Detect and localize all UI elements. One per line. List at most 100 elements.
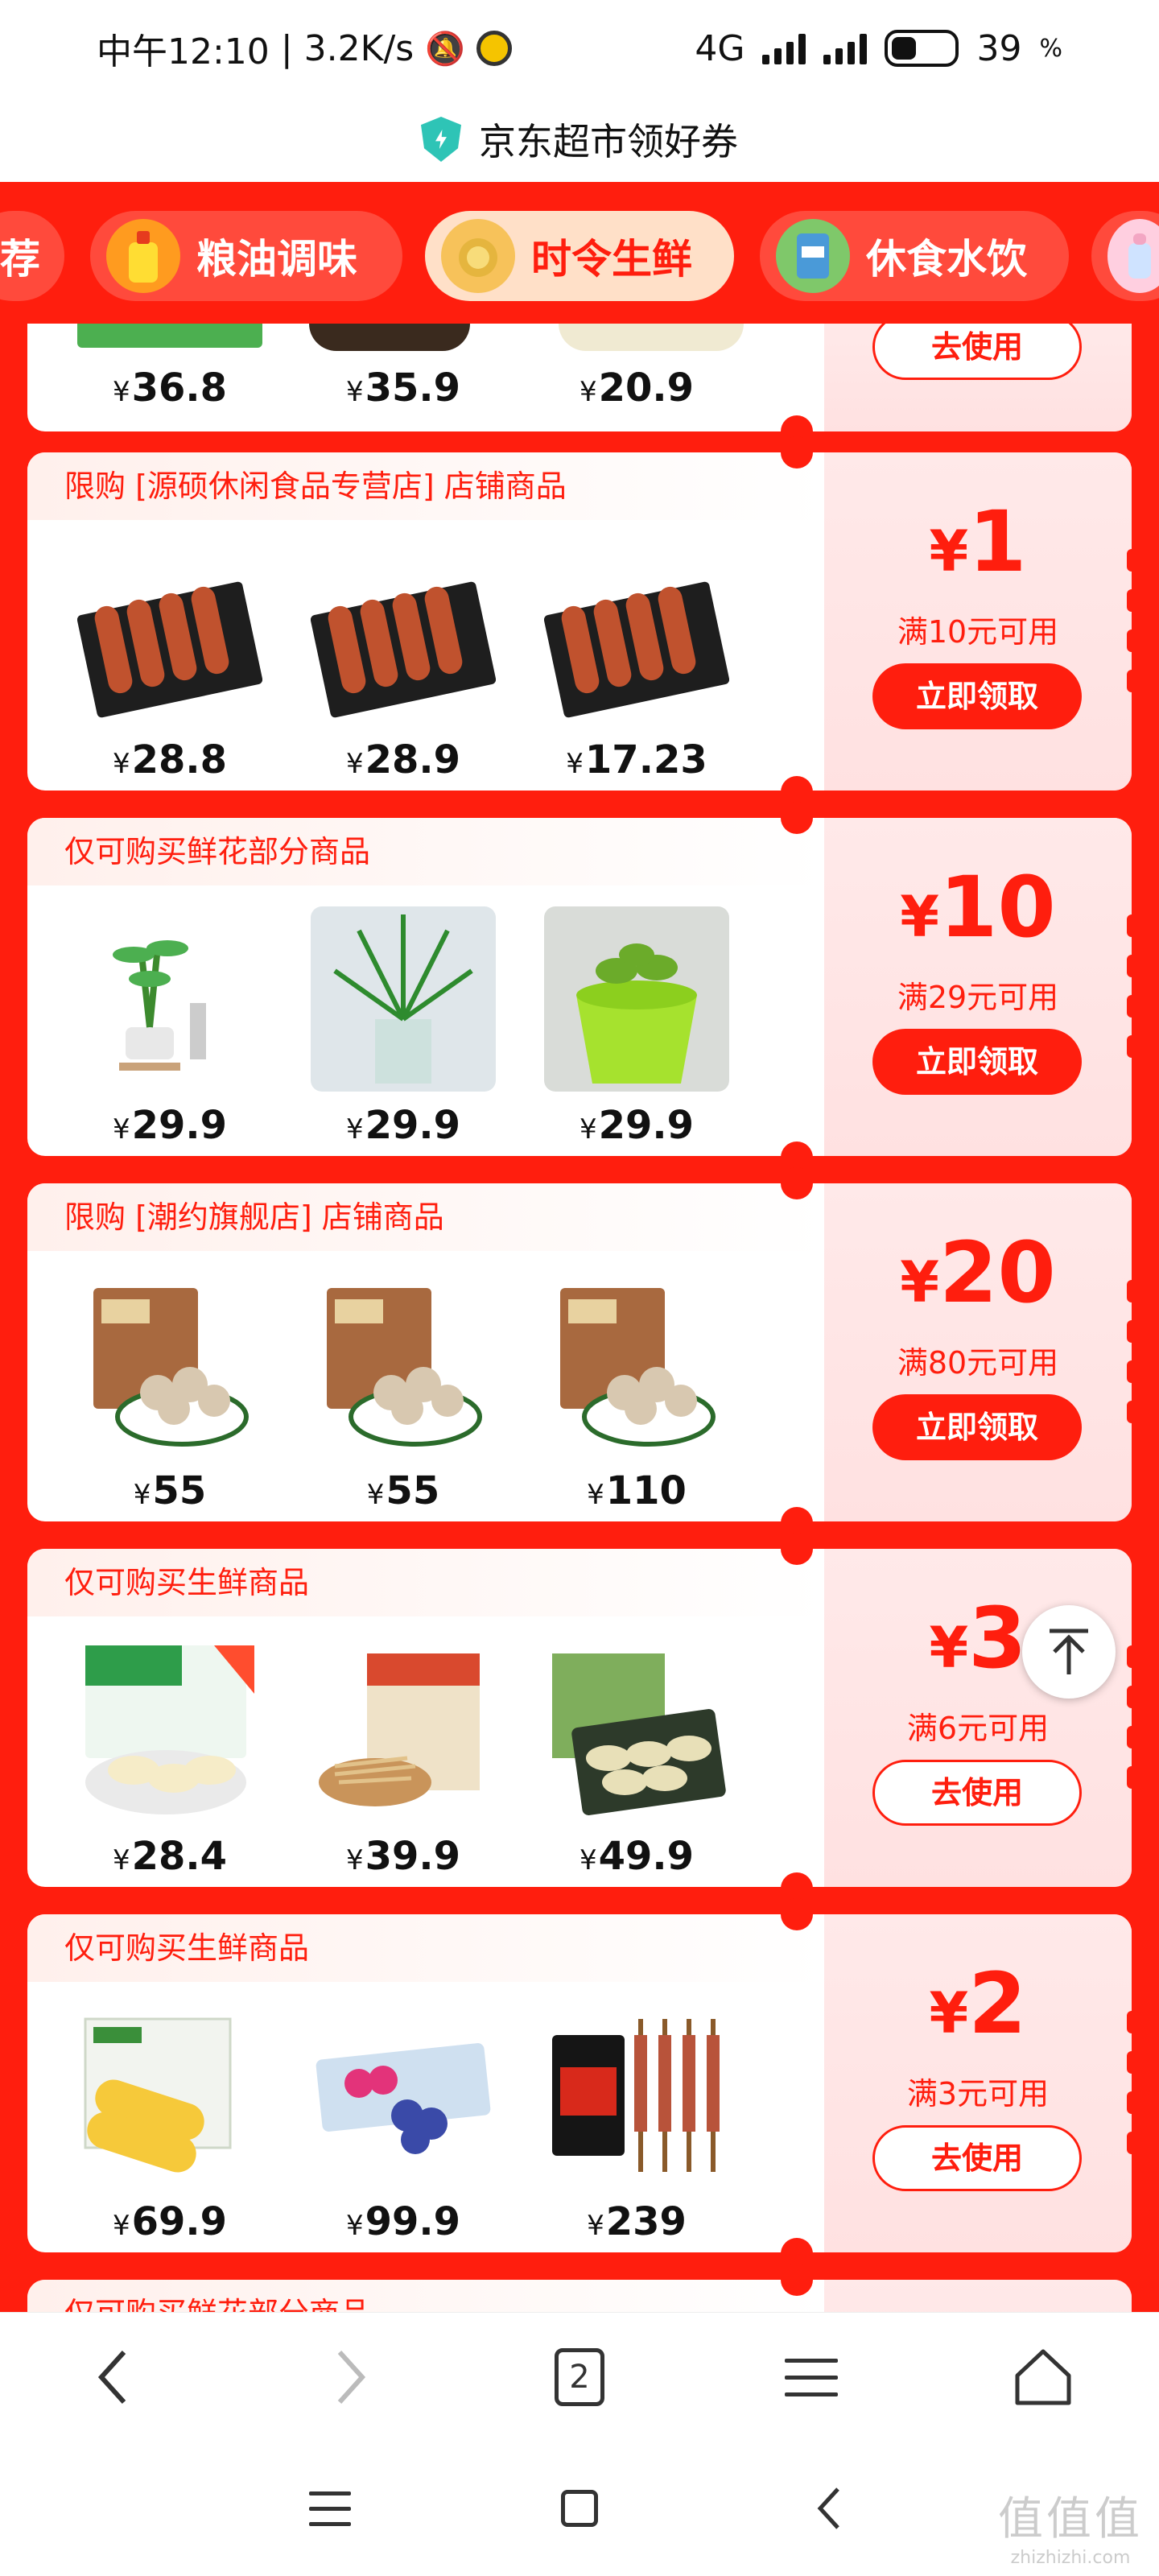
signal-icon-2 [823,32,868,64]
status-right: 4G 39% [695,28,1062,69]
coupon-card: ¥36.8 ¥35.9 ¥20.9 去使用 [27,324,1132,431]
product-image[interactable] [77,324,262,348]
product-image [77,1272,262,1457]
product-list: ¥28.4 ¥39.9 ¥49.9 [77,1637,802,1879]
claim-button[interactable]: 立即领取 [872,1029,1082,1095]
tab-label: 休食水饮 [866,236,1027,283]
card-notch [781,802,813,834]
card-edge-dash [1127,2011,1132,2033]
product-item[interactable]: ¥110 [544,1272,742,1521]
product-image [311,1272,496,1457]
coupon-card: 限购 [源硕休闲食品专营店] 店铺商品 ¥28.8 ¥28.9 ¥17.23 ¥… [27,452,1132,791]
home-nav-button[interactable] [539,2468,620,2549]
signal-icon [762,32,806,64]
back-button[interactable] [72,2337,153,2417]
card-edge-dash [1127,589,1132,612]
tab-recommend[interactable]: 荐 [0,211,64,301]
forward-button[interactable] [311,2337,391,2417]
claim-button[interactable]: 立即领取 [872,1394,1082,1460]
product-item[interactable]: ¥28.9 [311,541,509,791]
product-price: ¥110 [544,1468,729,1513]
product-item[interactable]: ¥17.23 [544,541,742,791]
coupon-value-area: ¥20 满80元可用 立即领取 [824,1183,1132,1521]
use-button[interactable]: 去使用 [872,1760,1082,1826]
product-item[interactable]: ¥55 [77,1272,275,1521]
recent-apps-icon [309,2491,351,2526]
back-nav-button[interactable] [789,2468,869,2549]
coupon-products: 仅可购买鲜花部分商品 [27,2280,824,2312]
product-price: ¥49.9 [544,1834,729,1879]
product-item[interactable]: ¥99.9 [311,2003,509,2252]
card-edge-dash [1127,1686,1132,1708]
card-edge-dash [1127,914,1132,937]
arrow-up-icon [1050,1629,1088,1674]
status-net-speed: 3.2K/s [303,27,415,69]
tab-grain-oil[interactable]: 粮油调味 [90,211,402,301]
status-separator: | [280,27,293,69]
product-price-value: 36.8 [131,365,228,411]
square-icon [561,2490,598,2527]
battery-icon [885,30,959,67]
product-image[interactable] [309,324,470,351]
coupon-amount: ¥2 [824,1955,1132,2053]
card-edge-dash [1127,1645,1132,1668]
tab-baby[interactable] [1091,211,1159,301]
card-edge-dash [1127,549,1132,572]
product-item[interactable]: ¥55 [311,1272,509,1521]
product-image [544,541,729,726]
card-edge-dash [1127,670,1132,692]
currency-symbol: ¥ [345,376,364,408]
card-notch [781,1898,813,1930]
system-nav-bar: 值值值 zhizhizhi.com [0,2441,1159,2576]
use-button[interactable]: 去使用 [872,2125,1082,2191]
product-item[interactable]: ¥239 [544,2003,742,2252]
product-image[interactable] [559,324,744,351]
coupon-value-area: 去使用 [824,324,1132,431]
product-item[interactable]: ¥49.9 [544,1637,742,1887]
currency-symbol: ¥ [112,1844,130,1876]
product-price: ¥39.9 [311,1834,496,1879]
coupon-amount-value: 2 [968,1955,1027,2053]
coupon-page[interactable]: 荐 粮油调味 时令生鲜 休食水饮 ¥36.8 ¥35.9 ¥20.9 去使用 限… [0,182,1159,2312]
product-price: ¥239 [544,2199,729,2244]
product-item[interactable]: ¥29.9 [311,906,509,1156]
coupon-value-area: ¥10 满29元可用 立即领取 [824,818,1132,1156]
product-item[interactable]: ¥29.9 [544,906,742,1156]
product-price: ¥29.9 [544,1103,729,1148]
coupon-scope: 仅可购买鲜花部分商品 [27,818,824,886]
coupon-amount: ¥10 [824,858,1132,956]
product-price-value: 17.23 [584,737,707,782]
product-price: ¥28.4 [77,1834,262,1879]
product-image [77,2003,262,2188]
back-to-top-button[interactable] [1022,1605,1116,1699]
category-tabs: 荐 粮油调味 时令生鲜 休食水饮 [0,201,1159,308]
currency-symbol: ¥ [579,1844,597,1876]
home-button[interactable] [1003,2337,1083,2417]
product-image [544,2003,729,2188]
menu-icon [785,2358,838,2396]
product-item[interactable]: ¥28.4 [77,1637,275,1887]
product-price: ¥29.9 [311,1103,496,1148]
tab-snacks-drinks[interactable]: 休食水饮 [760,211,1069,301]
tabs-button[interactable]: 2 [539,2337,620,2417]
page-title: 京东超市领好券 [479,120,738,163]
menu-button[interactable] [771,2337,852,2417]
recent-apps-button[interactable] [290,2468,370,2549]
tab-count: 2 [555,2348,604,2406]
coupon-condition: 满80元可用 [897,1345,1059,1381]
currency-symbol: ¥ [112,1113,130,1146]
claim-button[interactable]: 立即领取 [872,663,1082,729]
tab-fresh[interactable]: 时令生鲜 [425,211,734,301]
product-price-value: 29.9 [131,1103,228,1148]
product-price-value: 20.9 [598,365,695,411]
product-item[interactable]: ¥29.9 [77,906,275,1156]
currency-symbol: ¥ [900,884,939,950]
card-edge-dash [1127,1035,1132,1058]
currency-symbol: ¥ [929,518,969,584]
use-button[interactable]: 去使用 [872,324,1082,380]
product-price-value: 29.9 [598,1103,695,1148]
product-item[interactable]: ¥28.8 [77,541,275,791]
product-price-value: 28.9 [365,737,461,782]
product-item[interactable]: ¥69.9 [77,2003,275,2252]
product-item[interactable]: ¥39.9 [311,1637,509,1887]
